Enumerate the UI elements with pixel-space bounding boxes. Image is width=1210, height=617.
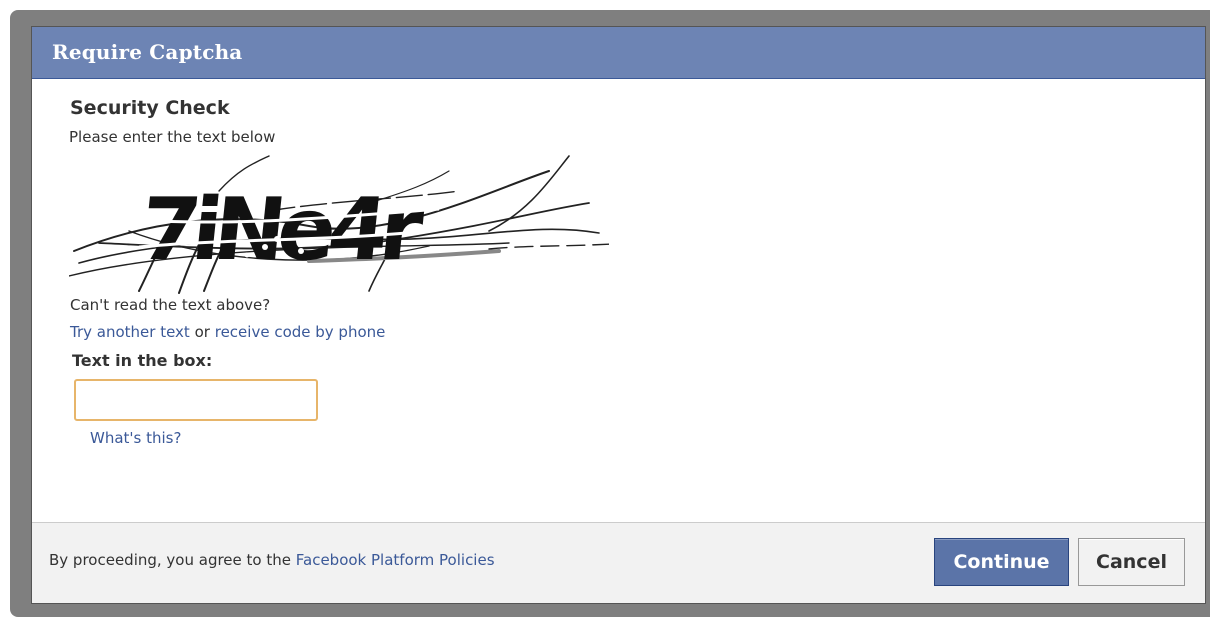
cancel-button[interactable]: Cancel	[1078, 538, 1185, 586]
captcha-input[interactable]	[74, 379, 318, 421]
continue-button[interactable]: Continue	[934, 538, 1069, 586]
captcha-image: 7iNe4r	[69, 155, 609, 294]
alternate-options: Try another text or receive code by phon…	[70, 323, 385, 341]
platform-policies-link[interactable]: Facebook Platform Policies	[296, 551, 495, 569]
captcha-dialog: Require Captcha Security Check Please en…	[31, 26, 1206, 604]
cant-read-text: Can't read the text above?	[70, 296, 271, 314]
text-in-box-label: Text in the box:	[72, 351, 213, 370]
or-text: or	[194, 323, 210, 341]
security-check-heading: Security Check	[70, 97, 230, 119]
security-check-instruction: Please enter the text below	[69, 128, 276, 146]
agreement-prefix: By proceeding, you agree to the	[49, 551, 291, 569]
dialog-footer: By proceeding, you agree to the Facebook…	[32, 522, 1205, 603]
receive-code-by-phone-link[interactable]: receive code by phone	[215, 323, 386, 341]
dialog-titlebar: Require Captcha	[32, 27, 1205, 79]
try-another-text-link[interactable]: Try another text	[70, 323, 190, 341]
agreement-text: By proceeding, you agree to the Facebook…	[49, 551, 495, 569]
whats-this-link[interactable]: What's this?	[90, 429, 181, 447]
captcha-glyphs: 7iNe4r	[135, 180, 428, 280]
dialog-title: Require Captcha	[52, 40, 243, 64]
